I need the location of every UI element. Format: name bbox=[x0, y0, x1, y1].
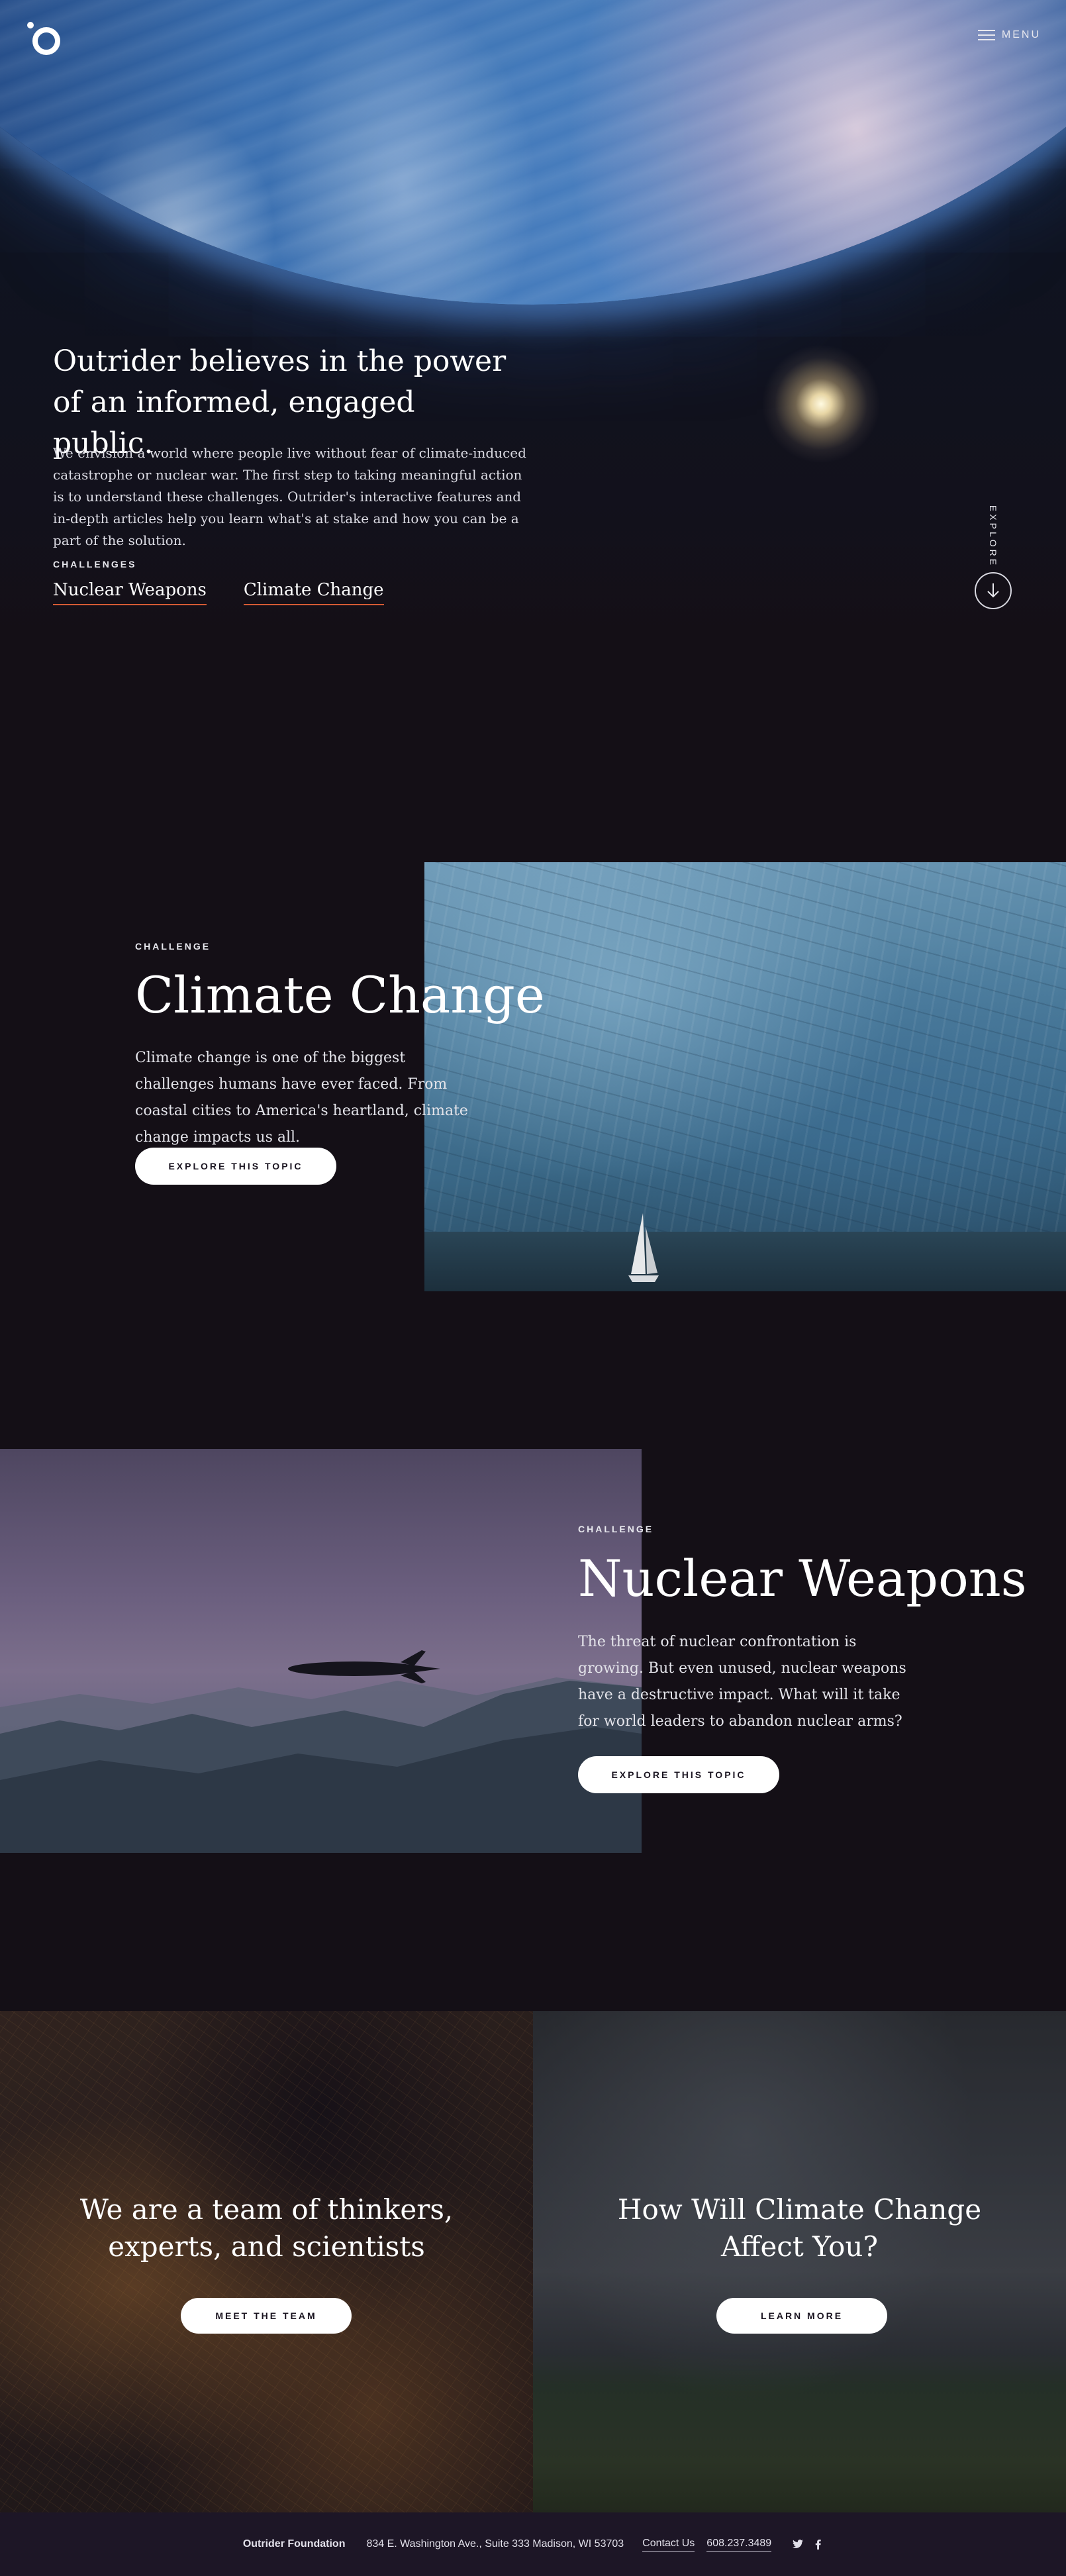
team-tile-title: We are a team of thinkers, experts, and … bbox=[79, 2193, 454, 2263]
climate-challenge-label: CHALLENGE bbox=[135, 941, 211, 952]
challenge-links: Nuclear Weapons Climate Change bbox=[53, 580, 384, 605]
footer-address: 834 E. Washington Ave., Suite 333 Madiso… bbox=[366, 2538, 624, 2550]
nuclear-title: Nuclear Weapons bbox=[578, 1549, 1027, 1608]
link-nuclear-weapons[interactable]: Nuclear Weapons bbox=[53, 580, 207, 605]
footer-org-name: Outrider Foundation bbox=[242, 2538, 346, 2550]
explore-climate-button[interactable]: EXPLORE THIS TOPIC bbox=[135, 1148, 336, 1185]
nuclear-body: The threat of nuclear confrontation is g… bbox=[578, 1634, 906, 1730]
hamburger-icon bbox=[977, 30, 995, 40]
outrider-logo-icon[interactable] bbox=[25, 20, 62, 57]
explore-nuclear-button[interactable]: EXPLORE THIS TOPIC bbox=[578, 1756, 779, 1793]
climate-affect-title: How Will Climate Change Affect You? bbox=[617, 2193, 982, 2263]
footer: Outrider Foundation 834 E. Washington Av… bbox=[0, 2512, 1066, 2576]
nuclear-challenge-label: CHALLENGE bbox=[578, 1524, 654, 1534]
meet-the-team-button[interactable]: MEET THE TEAM bbox=[181, 2298, 352, 2334]
sun-glow bbox=[761, 344, 881, 464]
climate-title: Climate Change bbox=[135, 966, 545, 1024]
menu-button[interactable]: MENU bbox=[977, 29, 1041, 41]
contact-us-link[interactable]: Contact Us bbox=[642, 2538, 695, 2551]
climate-glacier-image bbox=[424, 862, 1066, 1291]
climate-affect-tile: How Will Climate Change Affect You? bbox=[533, 2011, 1066, 2512]
nuclear-missile-image bbox=[0, 1449, 642, 1853]
phone-link[interactable]: 608.237.3489 bbox=[706, 2538, 772, 2551]
climate-body: Climate change is one of the biggest cha… bbox=[135, 1050, 468, 1146]
challenges-label: CHALLENGES bbox=[53, 559, 137, 570]
link-climate-change[interactable]: Climate Change bbox=[243, 580, 384, 605]
earth-image bbox=[0, 0, 1066, 305]
missile-icon bbox=[288, 1650, 440, 1683]
arrow-down-icon bbox=[987, 583, 999, 598]
hero-body: We envision a world where people live wi… bbox=[53, 445, 526, 548]
twitter-icon[interactable] bbox=[793, 2539, 804, 2550]
learn-more-button[interactable]: LEARN MORE bbox=[716, 2298, 887, 2334]
explore-label: EXPLORE bbox=[988, 505, 998, 568]
facebook-icon[interactable] bbox=[812, 2539, 823, 2550]
menu-label: MENU bbox=[1001, 29, 1041, 40]
sailboat-icon bbox=[628, 1213, 659, 1282]
explore-scroll-button[interactable] bbox=[975, 572, 1012, 609]
team-tile: We are a team of thinkers, experts, and … bbox=[0, 2011, 533, 2512]
hero-section: MENU Outrider believes in the power of a… bbox=[0, 0, 1066, 642]
